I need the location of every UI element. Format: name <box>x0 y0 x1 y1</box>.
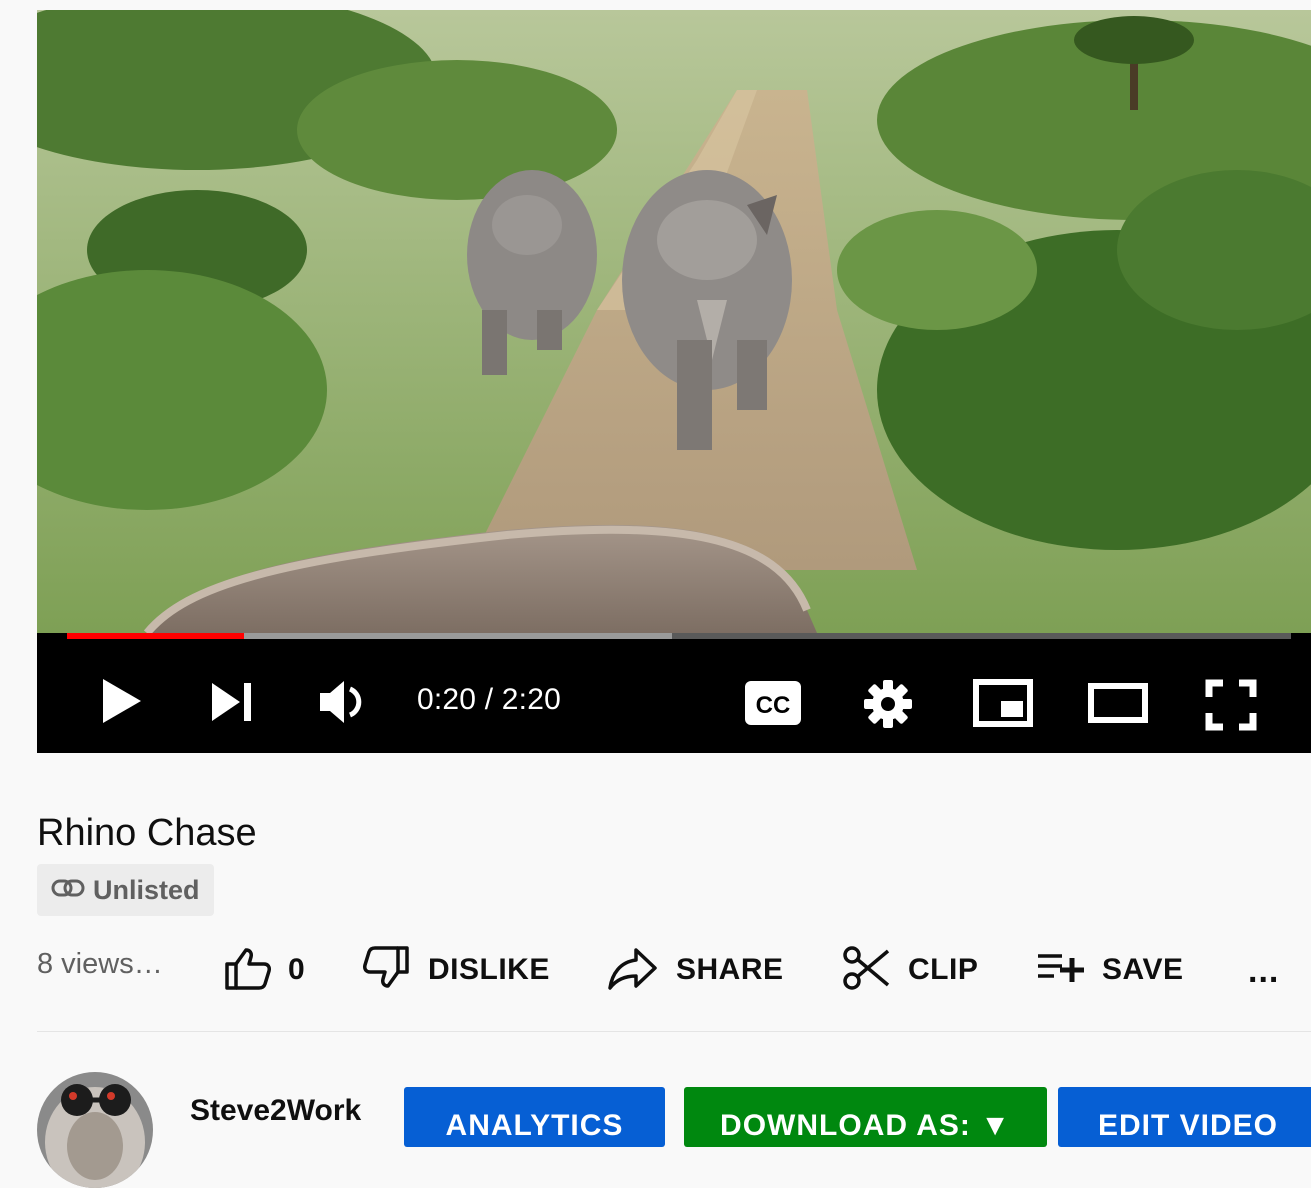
video-frame[interactable] <box>37 10 1311 633</box>
view-count[interactable]: 8 views… <box>37 948 163 981</box>
visibility-label: Unlisted <box>93 874 200 905</box>
channel-avatar[interactable] <box>37 1072 153 1188</box>
edit-video-button[interactable]: EDIT VIDEO <box>1058 1087 1311 1147</box>
miniplayer-icon[interactable] <box>973 679 1033 727</box>
player-controls: 0:20 / 2:20 CC <box>37 639 1311 753</box>
share-label: SHARE <box>676 953 784 986</box>
dislike-button[interactable]: DISLIKE <box>362 945 550 995</box>
play-icon[interactable] <box>101 679 141 723</box>
analytics-button[interactable]: ANALYTICS <box>404 1087 665 1147</box>
channel-name[interactable]: Steve2Work <box>190 1094 361 1128</box>
video-title: Rhino Chase <box>37 812 257 854</box>
video-player[interactable]: 0:20 / 2:20 CC <box>37 10 1311 753</box>
visibility-badge: Unlisted <box>37 864 214 916</box>
divider <box>37 1031 1311 1032</box>
playlist-add-icon <box>1036 948 1086 993</box>
time-display: 0:20 / 2:20 <box>417 683 561 716</box>
dislike-label: DISLIKE <box>428 953 550 986</box>
download-as-button[interactable]: DOWNLOAD AS: ▼ <box>684 1087 1047 1147</box>
fullscreen-icon[interactable] <box>1205 679 1257 731</box>
cc-icon[interactable]: CC <box>745 681 801 725</box>
like-count: 0 <box>288 953 306 986</box>
scissors-icon <box>842 945 890 996</box>
clip-button[interactable]: CLIP <box>842 945 979 996</box>
svg-text:CC: CC <box>756 692 791 719</box>
share-icon <box>608 946 658 995</box>
save-label: SAVE <box>1102 953 1184 986</box>
share-button[interactable]: SHARE <box>608 946 784 994</box>
like-button[interactable]: 0 <box>224 946 305 994</box>
theater-icon[interactable] <box>1088 683 1148 723</box>
thumbs-up-icon <box>224 946 272 995</box>
link-icon <box>51 878 85 903</box>
thumbs-down-icon <box>362 945 410 995</box>
volume-icon[interactable] <box>320 679 370 725</box>
next-icon[interactable] <box>212 683 254 721</box>
clip-label: CLIP <box>908 953 979 986</box>
gear-icon[interactable] <box>863 679 913 729</box>
more-options-icon[interactable]: ... <box>1248 952 1294 992</box>
save-button[interactable]: SAVE <box>1036 946 1183 994</box>
